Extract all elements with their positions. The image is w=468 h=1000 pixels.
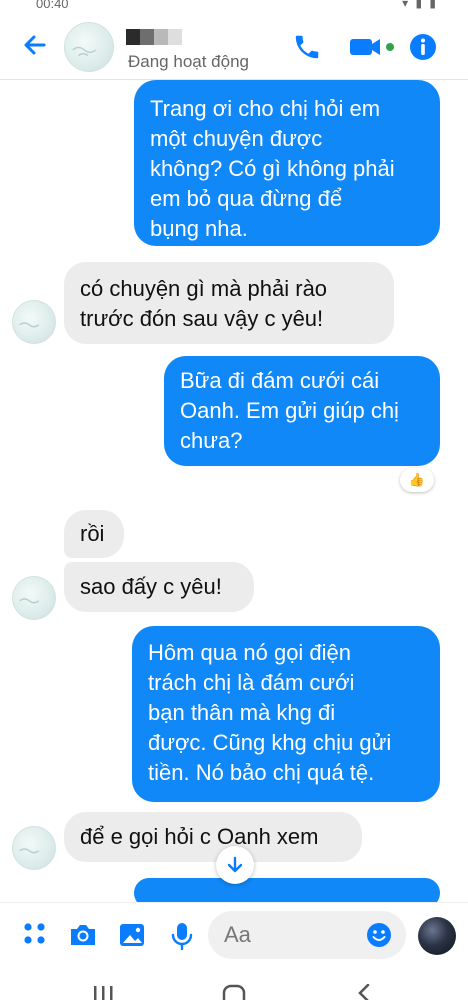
sender-avatar[interactable] [12,300,56,344]
message-line: trách chị là đám cưới [148,670,355,695]
message-line: trước đón sau vậy c yêu! [80,306,324,331]
gallery-icon[interactable] [118,921,146,949]
message-line: Oanh. Em gửi giúp chị [180,398,399,423]
contact-name-redacted[interactable] [122,26,192,48]
message-line: một chuyện được [150,126,323,151]
avatar-pattern [19,598,40,604]
incoming-message[interactable]: để e gọi hỏi c Oanh xem [64,812,362,862]
message-line: Trang ơi cho chị hỏi em [150,96,381,121]
back-button[interactable] [20,30,50,60]
status-bar: 00:40 ▾ ▮ ▮ [0,0,468,14]
message-composer [0,902,468,966]
video-call-icon[interactable] [348,32,398,62]
info-icon[interactable] [408,32,438,62]
outgoing-message[interactable]: Bữa đi đám cưới cái Oanh. Em gửi giúp ch… [164,356,440,466]
incoming-message[interactable]: rồi [64,510,124,558]
message-line: chưa? [180,428,243,453]
outgoing-message[interactable]: Hôm qua nó gọi điện trách chị là đám cướ… [132,626,440,802]
message-line: để e gọi hỏi c Oanh xem [80,824,319,849]
message-line: rồi [80,521,105,546]
emoji-icon[interactable] [366,922,392,948]
message-line: Bữa đi đám cưới cái [180,368,380,393]
message-line: không? Có gì không phải [150,156,395,181]
message-line: sao đấy c yêu! [80,574,222,599]
active-status: Đang hoạt động [128,52,249,71]
chat-header: Đang hoạt động [0,14,468,80]
message-line: bạn thân mà khg đi [148,700,336,725]
message-line: được. Cũng khg chịu gửi [148,730,392,755]
incoming-message[interactable]: có chuyện gì mà phải rào trước đón sau v… [64,262,394,344]
sender-avatar[interactable] [12,576,56,620]
scroll-to-bottom-button[interactable] [216,846,254,884]
menu-dots-icon[interactable] [22,921,48,947]
microphone-icon[interactable] [170,921,194,951]
outgoing-message[interactable]: Trang ơi cho chị hỏi em một chuyện được … [134,80,440,246]
incoming-message[interactable]: sao đấy c yêu! [64,562,254,612]
camera-icon[interactable] [68,921,98,949]
arrow-down-icon [227,856,243,873]
reaction-badge[interactable]: 👍 [400,468,434,492]
system-icons: ▾ ▮ ▮ [402,0,438,10]
avatar-pattern [72,46,97,57]
back-arrow-icon [24,35,46,55]
avatar-pattern [19,848,40,854]
message-line: bụng nha. [150,216,248,241]
phone-icon[interactable] [292,32,322,62]
avatar-pattern [19,322,40,328]
message-line: em bỏ qua đừng để [150,186,343,211]
system-navigation-bar [0,966,468,1000]
status-time: 00:40 [36,0,69,11]
home-icon[interactable] [222,984,246,1000]
message-line: tiền. Nó bảo chị quá tệ. [148,760,375,785]
recent-apps-icon[interactable] [92,984,114,1000]
sender-avatar[interactable] [12,826,56,870]
like-icon[interactable] [418,917,456,955]
message-line: Hôm qua nó gọi điện [148,640,352,665]
contact-avatar[interactable] [64,22,114,72]
back-nav-icon[interactable] [356,984,372,1000]
thumbs-up-icon: 👍 [408,472,426,487]
message-line: có chuyện gì mà phải rào [80,276,328,301]
